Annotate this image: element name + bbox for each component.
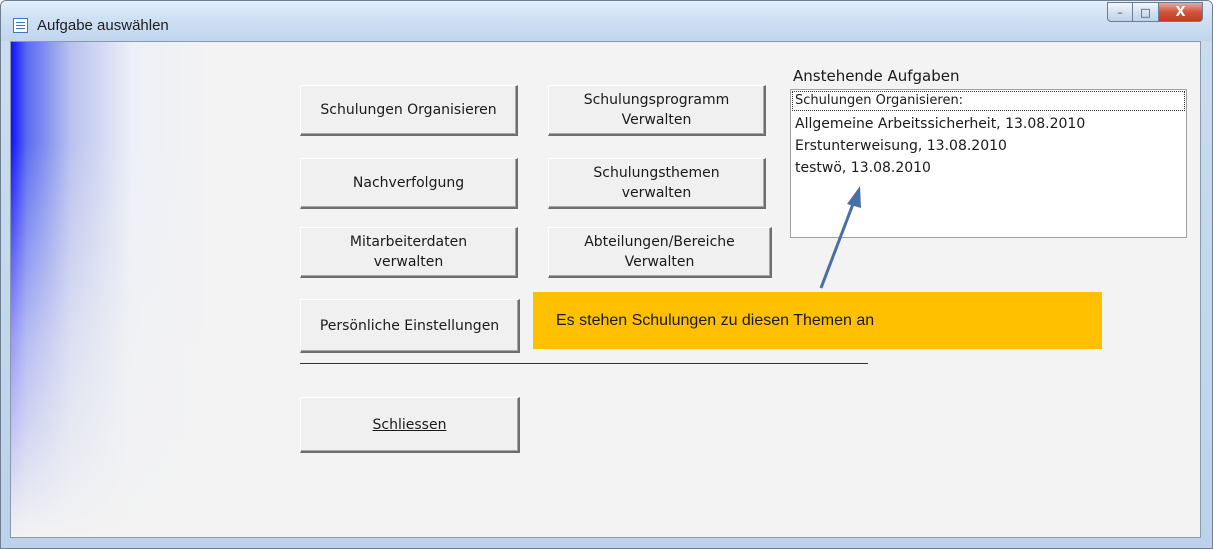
application-window: Aufgabe auswählen – □ X Schulungen Organ… <box>0 0 1213 549</box>
arrow-head <box>847 186 861 208</box>
annotation-arrow-icon <box>819 186 861 289</box>
arrow-shaft <box>819 203 855 289</box>
